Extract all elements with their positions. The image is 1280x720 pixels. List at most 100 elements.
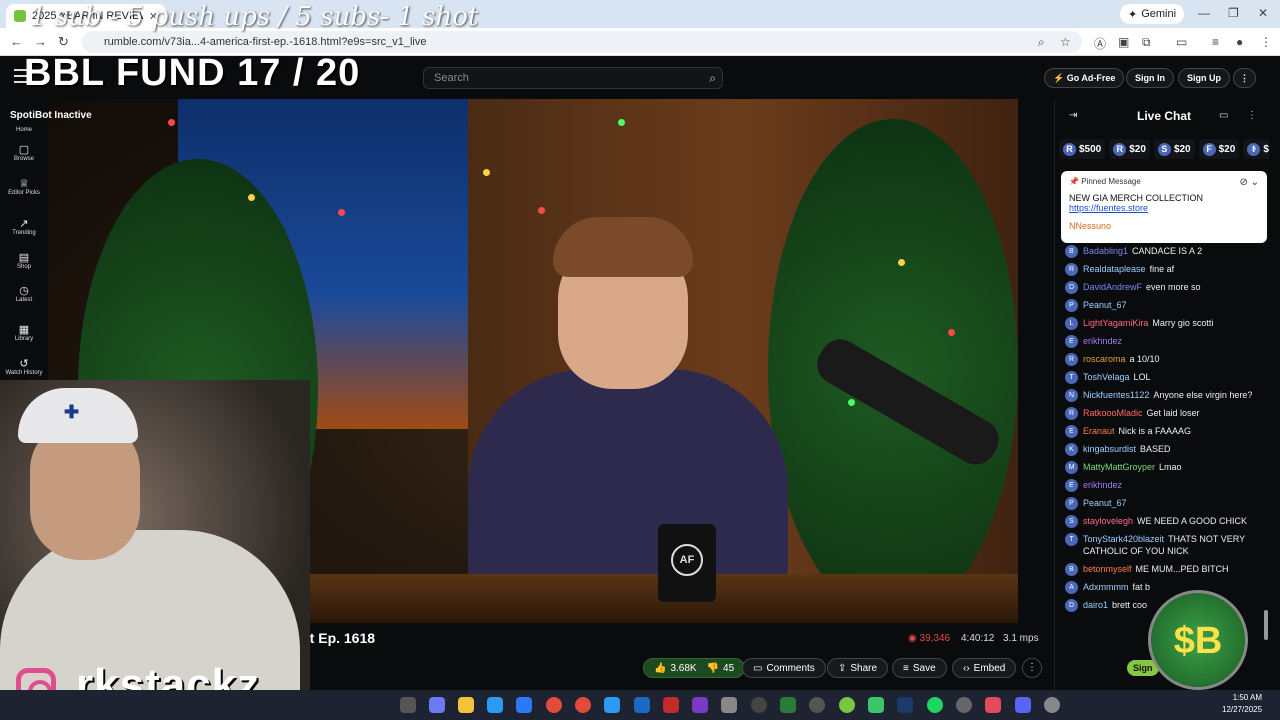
thumbs-down-icon[interactable]: 👎 xyxy=(707,663,719,674)
chat-scrollbar[interactable] xyxy=(1264,610,1268,640)
video-more-icon[interactable]: ⋮ xyxy=(1022,658,1042,678)
task-view-icon[interactable] xyxy=(400,697,416,713)
sidebar-item-library[interactable]: ▦ Library xyxy=(0,325,48,343)
app-icon[interactable] xyxy=(604,697,620,713)
zoom-icon[interactable]: ⌕ xyxy=(1038,35,1045,50)
search-icon[interactable]: ⌕ xyxy=(709,71,716,86)
chrome-icon[interactable] xyxy=(546,697,562,713)
sidebar-item-browse[interactable]: ▢ Browse xyxy=(0,145,48,163)
chat-username[interactable]: kingabsurdist xyxy=(1083,444,1136,454)
sign-up-button[interactable]: Sign Up xyxy=(1178,68,1230,88)
header-more-icon[interactable]: ⋮ xyxy=(1233,68,1256,88)
chat-username[interactable]: Badabling1 xyxy=(1083,246,1128,256)
chat-avatar[interactable]: P xyxy=(1065,299,1078,312)
app-icon[interactable] xyxy=(751,697,767,713)
chat-username[interactable]: Eranaut xyxy=(1083,426,1115,436)
embed-button[interactable]: ‹› Embed xyxy=(952,658,1017,678)
app-icon[interactable] xyxy=(868,697,884,713)
chat-username[interactable]: erikhndez xyxy=(1083,336,1122,346)
rant-chip[interactable]: S $20 xyxy=(1153,139,1195,159)
back-icon[interactable]: ← xyxy=(10,34,23,49)
chat-avatar[interactable]: B xyxy=(1065,563,1078,576)
chat-avatar[interactable]: A xyxy=(1065,581,1078,594)
chat-avatar[interactable]: R xyxy=(1065,263,1078,276)
collapse-chat-icon[interactable]: ⇥ xyxy=(1069,110,1077,121)
extension-icon[interactable]: Ⓐ xyxy=(1094,35,1106,52)
chat-username[interactable]: ToshVelaga xyxy=(1083,372,1130,382)
url-field[interactable]: rumble.com/v73ia...4-america-first-ep.-1… xyxy=(82,31,1082,53)
chat-username[interactable]: dairo1 xyxy=(1083,600,1108,610)
chrome-icon[interactable] xyxy=(575,697,591,713)
share-button[interactable]: ⇪ Share xyxy=(827,658,889,678)
maximize-icon[interactable]: ❐ xyxy=(1228,6,1239,20)
sign-in-button[interactable]: Sign In xyxy=(1126,68,1174,88)
chat-username[interactable]: betonmyself xyxy=(1083,564,1132,574)
discord-icon[interactable] xyxy=(1015,697,1031,713)
excel-icon[interactable] xyxy=(780,697,796,713)
chat-avatar[interactable]: E xyxy=(1065,335,1078,348)
outlook-icon[interactable] xyxy=(634,697,650,713)
rant-chip[interactable]: R $500 xyxy=(1059,139,1106,159)
reload-icon[interactable]: ↻ xyxy=(58,34,69,50)
chat-avatar[interactable]: P xyxy=(1065,497,1078,510)
cast-icon[interactable]: ▭ xyxy=(1176,35,1187,49)
copilot-icon[interactable] xyxy=(429,697,445,713)
app-icon[interactable] xyxy=(839,697,855,713)
chat-username[interactable]: Realdataplease xyxy=(1083,264,1146,274)
comments-button[interactable]: ▭ Comments xyxy=(742,658,826,678)
chat-avatar[interactable]: E xyxy=(1065,425,1078,438)
pinned-link[interactable]: https://fuentes.store xyxy=(1069,203,1148,213)
app-icon[interactable] xyxy=(956,697,972,713)
chat-avatar[interactable]: D xyxy=(1065,599,1078,612)
gemini-button[interactable]: ✦ Gemini xyxy=(1120,4,1185,24)
minimize-icon[interactable]: — xyxy=(1198,6,1210,20)
chat-avatar[interactable]: M xyxy=(1065,461,1078,474)
chat-avatar[interactable]: T xyxy=(1065,533,1078,546)
chat-more-icon[interactable]: ⋮ xyxy=(1247,110,1257,121)
chat-avatar[interactable]: B xyxy=(1065,245,1078,258)
app-icon[interactable] xyxy=(985,697,1001,713)
chat-username[interactable]: Nickfuentes1122 xyxy=(1083,390,1149,400)
chat-username[interactable]: erikhndez xyxy=(1083,480,1122,490)
sidebar-item-watch-history[interactable]: ↺ Watch History xyxy=(0,359,48,377)
chat-username[interactable]: LightYagamiKira xyxy=(1083,318,1148,328)
chat-avatar[interactable]: D xyxy=(1065,281,1078,294)
taskbar-clock[interactable]: 1:50 AM 12/27/2025 xyxy=(1222,692,1262,716)
sidebar-item-editor-picks[interactable]: ♕ Editor Picks xyxy=(0,179,48,197)
chat-avatar[interactable]: T xyxy=(1065,371,1078,384)
rant-chip[interactable]: F $20 xyxy=(1198,139,1240,159)
hide-pin-icon[interactable]: ⊘ ⌄ xyxy=(1239,177,1259,188)
chat-avatar[interactable]: R xyxy=(1065,353,1078,366)
spotify-icon[interactable] xyxy=(927,697,943,713)
save-button[interactable]: ≡ Save xyxy=(892,658,947,678)
bookmark-star-icon[interactable]: ☆ xyxy=(1060,35,1071,49)
forward-icon[interactable]: → xyxy=(34,34,47,49)
sidebar-item-latest[interactable]: ◷ Latest xyxy=(0,286,48,304)
chat-username[interactable]: roscaroma xyxy=(1083,354,1126,364)
close-window-icon[interactable]: ✕ xyxy=(1258,6,1268,20)
chat-username[interactable]: TonyStark420blazeit xyxy=(1083,534,1164,544)
steam-icon[interactable] xyxy=(897,697,913,713)
chat-avatar[interactable]: K xyxy=(1065,443,1078,456)
app-icon[interactable] xyxy=(692,697,708,713)
rants-next-icon[interactable]: » xyxy=(1251,143,1257,154)
settings-gear-icon[interactable] xyxy=(1044,697,1060,713)
app-icon[interactable] xyxy=(809,697,825,713)
search-input[interactable]: Search ⌕ xyxy=(423,67,723,89)
sidebar-item-home[interactable]: Home xyxy=(0,127,48,134)
chat-username[interactable]: RatkoooMladic xyxy=(1083,408,1143,418)
go-ad-free-button[interactable]: ⚡ Go Ad-Free xyxy=(1044,68,1125,88)
sidebar-item-trending[interactable]: ↗ Trending xyxy=(0,219,48,237)
chat-avatar[interactable]: S xyxy=(1065,515,1078,528)
media-icon[interactable]: ≡ xyxy=(1212,35,1219,49)
chat-username[interactable]: DavidAndrewF xyxy=(1083,282,1142,292)
app-icon[interactable] xyxy=(663,697,679,713)
chat-avatar[interactable]: E xyxy=(1065,479,1078,492)
sidebar-item-shop[interactable]: ▤ Shop xyxy=(0,253,48,271)
chat-username[interactable]: Adxmmmm xyxy=(1083,582,1129,592)
edge-icon[interactable] xyxy=(487,697,503,713)
app-icon[interactable] xyxy=(721,697,737,713)
pinned-user[interactable]: NNessuno xyxy=(1069,221,1259,231)
profile-avatar[interactable]: ● xyxy=(1236,35,1243,49)
chat-avatar[interactable]: R xyxy=(1065,407,1078,420)
